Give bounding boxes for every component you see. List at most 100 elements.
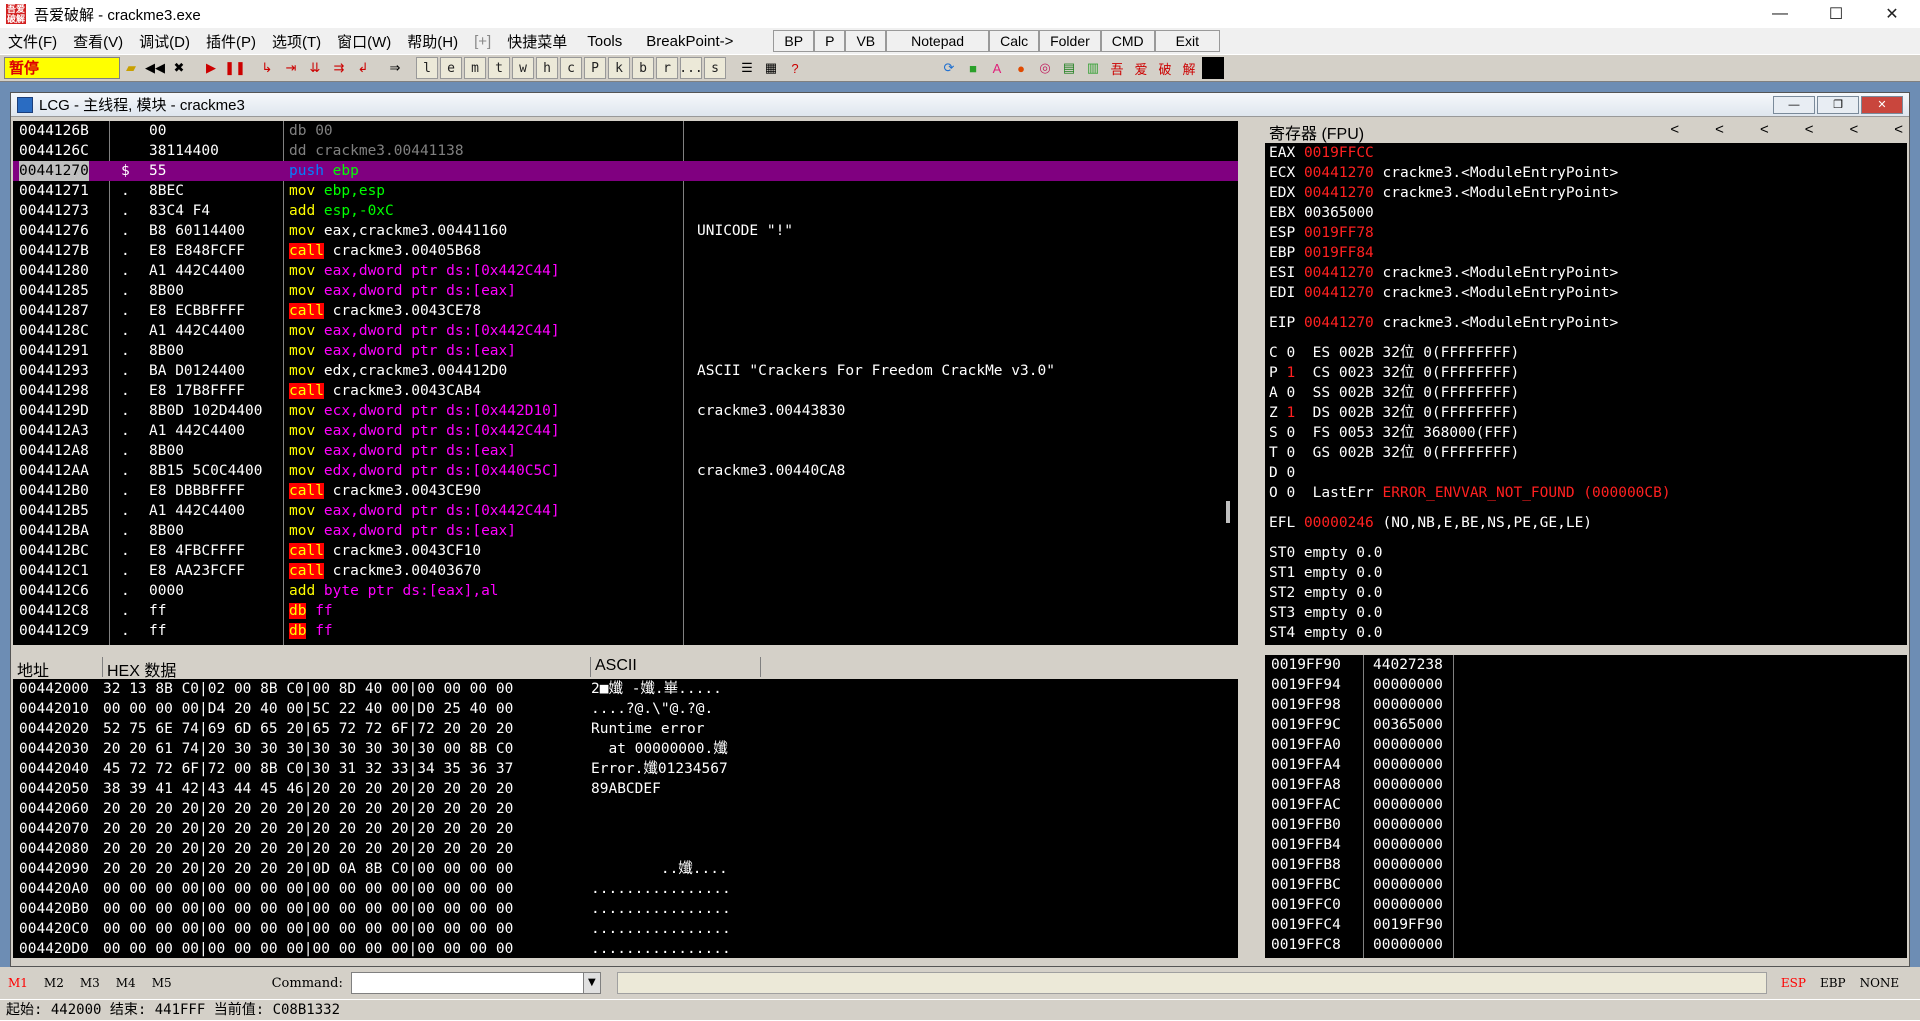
- fpu-st2[interactable]: ST2 empty 0.0: [1265, 583, 1907, 603]
- m2-button[interactable]: M2: [44, 976, 64, 990]
- stack-row[interactable]: 0019FFB4 00000000: [1265, 835, 1907, 855]
- stack-row[interactable]: 0019FFA8 00000000: [1265, 775, 1907, 795]
- register-esp[interactable]: ESP 0019FF78: [1265, 223, 1907, 243]
- disasm-row[interactable]: 004412AA. 8B15 5C0C4400 mov edx,dword ptr …: [13, 461, 1238, 481]
- dump-row[interactable]: 00442060 20 20 20 20|20 20 20 20|20 20 20…: [13, 799, 1238, 819]
- registers-pane[interactable]: 寄存器 (FPU) < < < < < < EAX 0019FFCC ECX 0…: [1265, 121, 1907, 645]
- plugin-a-icon[interactable]: A: [986, 57, 1008, 79]
- dump-row[interactable]: 00442090 20 20 20 20|20 20 20 20|0D 0A 8B…: [13, 859, 1238, 879]
- step-over-icon[interactable]: ⇥: [280, 57, 302, 79]
- breakpoints-button[interactable]: b: [632, 57, 654, 79]
- dump-row[interactable]: 004420D0 00 00 00 00|00 00 00 00|00 00 00…: [13, 939, 1238, 958]
- disasm-row[interactable]: 004412BC. E8 4FBCFFFF call crackme3.0043CF…: [13, 541, 1238, 561]
- plugin-po-icon[interactable]: 破: [1154, 57, 1176, 79]
- run-trace-button[interactable]: ...: [679, 57, 703, 79]
- fpu-st1[interactable]: ST1 empty 0.0: [1265, 563, 1907, 583]
- child-minimize-button[interactable]: —: [1773, 96, 1815, 114]
- disasm-row[interactable]: 0044129D. 8B0D 102D4400 mov ecx,dword ptr …: [13, 401, 1238, 421]
- stack-row[interactable]: 0019FFAC 00000000: [1265, 795, 1907, 815]
- disasm-row[interactable]: 00441271. 8BEC mov ebp,esp: [13, 181, 1238, 201]
- reg-arrow-icon[interactable]: <: [1715, 121, 1724, 138]
- plugin-target-icon[interactable]: ◎: [1034, 57, 1056, 79]
- step-into-icon[interactable]: ↳: [256, 57, 278, 79]
- disasm-row[interactable]: 004412A3. A1 442C4400 mov eax,dword ptr ds…: [13, 421, 1238, 441]
- register-ecx[interactable]: ECX 00441270 crackme3.<ModuleEntryPoint>: [1265, 163, 1907, 183]
- dump-row[interactable]: 00442040 45 72 72 6F|72 00 8B C0|30 31 32…: [13, 759, 1238, 779]
- trace-over-icon[interactable]: ⇉: [328, 57, 350, 79]
- options-icon[interactable]: ▦: [760, 57, 782, 79]
- register-esi[interactable]: ESI 00441270 crackme3.<ModuleEntryPoint>: [1265, 263, 1907, 283]
- maximize-button[interactable]: ☐: [1808, 0, 1864, 28]
- stack-row[interactable]: 0019FFA4 00000000: [1265, 755, 1907, 775]
- disasm-row[interactable]: 004412C6. 0000 add byte ptr ds:[eax],al: [13, 581, 1238, 601]
- stack-pane[interactable]: 0019FF90 44027238 0019FF94 00000000 0019FF98…: [1265, 655, 1907, 958]
- dump-row[interactable]: 004420B0 00 00 00 00|00 00 00 00|00 00 00…: [13, 899, 1238, 919]
- help-icon[interactable]: ?: [784, 57, 806, 79]
- disasm-row[interactable]: 004412C9. ff db ff: [13, 621, 1238, 641]
- close-file-icon[interactable]: ✖: [168, 57, 190, 79]
- register-efl[interactable]: EFL 00000246 (NO,NB,E,BE,NS,PE,GE,LE): [1265, 513, 1907, 533]
- menu-breakpoint[interactable]: BreakPoint->: [634, 33, 745, 50]
- log-window-button[interactable]: l: [416, 57, 438, 79]
- dump-row[interactable]: 00442050 38 39 41 42|43 44 45 46|20 20 20…: [13, 779, 1238, 799]
- stack-row[interactable]: 0019FFB8 00000000: [1265, 855, 1907, 875]
- register-eax[interactable]: EAX 0019FFCC: [1265, 143, 1907, 163]
- goto-icon[interactable]: ⇒: [384, 57, 406, 79]
- flag-c[interactable]: C 0 ES 002B 32位 0(FFFFFFFF): [1265, 343, 1907, 363]
- disasm-row[interactable]: 0044126C 38114400 dd crackme3.00441138: [13, 141, 1238, 161]
- windows-button[interactable]: w: [512, 57, 534, 79]
- menu-plus[interactable]: [+]: [466, 33, 499, 50]
- references-button[interactable]: r: [656, 57, 678, 79]
- plugin-chart-icon[interactable]: ▥: [1082, 57, 1104, 79]
- disasm-row[interactable]: 00441287. E8 ECBBFFFF call crackme3.0043CE…: [13, 301, 1238, 321]
- threads-button[interactable]: t: [488, 57, 510, 79]
- dump-row[interactable]: 004420A0 00 00 00 00|00 00 00 00|00 00 00…: [13, 879, 1238, 899]
- plugin-grid-icon[interactable]: ▤: [1058, 57, 1080, 79]
- stack-row[interactable]: 0019FF94 00000000: [1265, 675, 1907, 695]
- esp-toggle[interactable]: ESP: [1781, 976, 1806, 990]
- m1-button[interactable]: M1: [8, 976, 28, 990]
- command-dropdown-icon[interactable]: ▼: [582, 972, 601, 994]
- dump-row[interactable]: 00442080 20 20 20 20|20 20 20 20|20 20 20…: [13, 839, 1238, 859]
- plugin-wu-icon[interactable]: 吾: [1106, 57, 1128, 79]
- calc-button[interactable]: Calc: [989, 30, 1040, 52]
- hex-dump-pane[interactable]: 地址 HEX 数据 ASCII 00442000 32 13 8B C0|02 0…: [13, 655, 1238, 958]
- menu-file[interactable]: 文件(F): [0, 31, 65, 52]
- menu-window[interactable]: 窗口(W): [329, 31, 399, 52]
- disasm-row[interactable]: 00441276. B8 60114400 mov eax,crackme3.004…: [13, 221, 1238, 241]
- callstack-button[interactable]: k: [608, 57, 630, 79]
- menu-debug[interactable]: 调试(D): [131, 31, 198, 52]
- disasm-row[interactable]: 004412C1. E8 AA23FCFF call crackme3.004036…: [13, 561, 1238, 581]
- flag-z[interactable]: Z 1 DS 002B 32位 0(FFFFFFFF): [1265, 403, 1907, 423]
- reg-arrow-icon[interactable]: <: [1805, 121, 1814, 138]
- flag-d[interactable]: D 0: [1265, 463, 1907, 483]
- menu-plugins[interactable]: 插件(P): [198, 31, 264, 52]
- stack-row[interactable]: 0019FFB0 00000000: [1265, 815, 1907, 835]
- cmd-button[interactable]: CMD: [1100, 30, 1155, 52]
- disasm-row[interactable]: 00441285. 8B00 mov eax,dword ptr ds:[eax]: [13, 281, 1238, 301]
- dump-row[interactable]: 00442020 52 75 6E 74|69 6D 65 20|65 72 72…: [13, 719, 1238, 739]
- memory-button[interactable]: m: [464, 57, 486, 79]
- patches-button[interactable]: P: [584, 57, 606, 79]
- exit-button[interactable]: Exit: [1154, 30, 1221, 52]
- stack-row[interactable]: 0019FFC8 00000000: [1265, 935, 1907, 955]
- m5-button[interactable]: M5: [152, 976, 172, 990]
- plugin-jie-icon[interactable]: 解: [1178, 57, 1200, 79]
- last-error[interactable]: O 0 LastErr ERROR_ENVVAR_NOT_FOUND (0000…: [1265, 483, 1907, 503]
- run-icon[interactable]: ▶: [200, 57, 222, 79]
- disasm-row[interactable]: 00441298. E8 17B8FFFF call crackme3.0043CA…: [13, 381, 1238, 401]
- disasm-row[interactable]: 0044128C. A1 442C4400 mov eax,dword ptr ds…: [13, 321, 1238, 341]
- plugin-circle-icon[interactable]: ●: [1010, 57, 1032, 79]
- disasm-row[interactable]: 00441273. 83C4 F4 add esp,-0xC: [13, 201, 1238, 221]
- reg-arrow-icon[interactable]: <: [1894, 121, 1903, 138]
- menu-options[interactable]: 选项(T): [264, 31, 329, 52]
- menu-tools[interactable]: Tools: [575, 33, 634, 50]
- disasm-row[interactable]: 004412C8. ff db ff: [13, 601, 1238, 621]
- dump-row[interactable]: 00442010 00 00 00 00|D4 20 40 00|5C 22 40…: [13, 699, 1238, 719]
- menu-help[interactable]: 帮助(H): [399, 31, 466, 52]
- fpu-st0[interactable]: ST0 empty 0.0: [1265, 543, 1907, 563]
- bp-button[interactable]: BP: [773, 30, 815, 52]
- stack-row[interactable]: 0019FFA0 00000000: [1265, 735, 1907, 755]
- disasm-row[interactable]: 00441291. 8B00 mov eax,dword ptr ds:[eax]: [13, 341, 1238, 361]
- disasm-row[interactable]: 004412BA. 8B00 mov eax,dword ptr ds:[eax]: [13, 521, 1238, 541]
